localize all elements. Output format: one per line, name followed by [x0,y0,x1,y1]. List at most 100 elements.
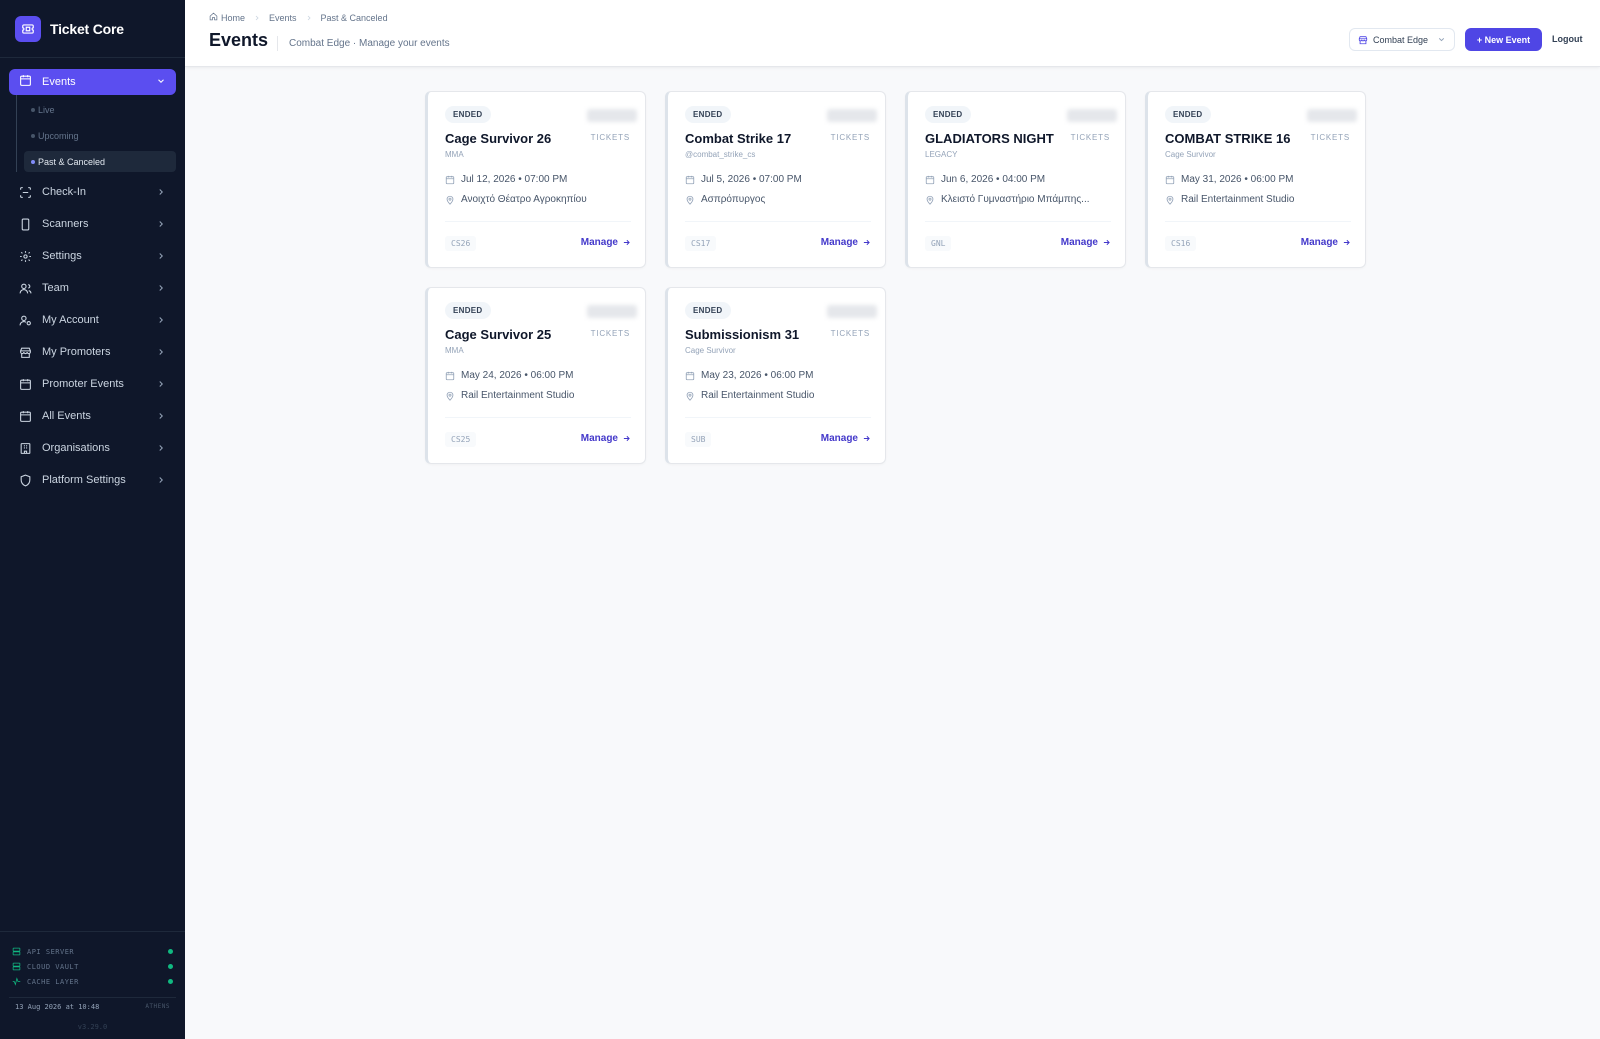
subnav-item-upcoming[interactable]: Upcoming [24,125,176,146]
manage-label: Manage [820,237,858,248]
event-card[interactable]: ENDED TICKETS Cage Survivor 25 MMA May 2… [425,287,646,464]
sidebar: Ticket Core Events Live Upcoming Past & … [0,0,185,1039]
event-venue-text: Ανοιχτό Θέατρο Αγροκηπίου [461,194,587,205]
subnav-item-live[interactable]: Live [24,99,176,120]
event-venue-text: Ασπρόπυργος [701,194,766,205]
gear-icon [19,250,32,263]
event-date: Jul 5, 2026 • 07:00 PM [685,174,802,185]
nav-item-label: Scanners [42,218,89,230]
nav-item-scanners[interactable]: Scanners [9,212,176,236]
event-date: May 24, 2026 • 06:00 PM [445,370,573,381]
organisation-selector[interactable]: Combat Edge [1349,28,1455,51]
nav-item-settings[interactable]: Settings [9,244,176,268]
users-icon [19,282,32,295]
status-cloud-vault: CLOUD VAULT [0,959,185,974]
status-label: CLOUD VAULT [27,962,79,971]
status-badge: ENDED [685,302,731,319]
arrow-right-icon [622,238,631,247]
card-divider [445,417,631,418]
nav-item-my-promoters[interactable]: My Promoters [9,340,176,364]
events-subnav: Live Upcoming Past & Canceled [16,95,176,172]
chevron-right-icon [305,14,313,22]
nav-item-check-in[interactable]: Check-In [9,180,176,204]
chevron-right-icon [156,379,166,389]
breadcrumb-events[interactable]: Events [269,13,297,23]
nav-item-label: My Account [42,314,99,326]
nav-item-platform-settings[interactable]: Platform Settings [9,468,176,492]
event-subtitle: Cage Survivor [1165,150,1216,159]
brand[interactable]: Ticket Core [0,0,185,58]
manage-link[interactable]: Manage [1301,237,1351,248]
status-dot [168,964,173,969]
manage-link[interactable]: Manage [581,433,631,444]
chevron-down-icon [156,76,166,89]
event-card[interactable]: ENDED TICKETS COMBAT STRIKE 16 Cage Surv… [1145,91,1366,268]
chevron-right-icon [156,219,166,229]
status-badge: ENDED [445,302,491,319]
event-venue-text: Rail Entertainment Studio [701,390,815,401]
nav-item-organisations[interactable]: Organisations [9,436,176,460]
breadcrumb-home[interactable]: Home [209,12,245,23]
nav-item-label: Organisations [42,442,110,454]
page-title: Events [209,30,269,50]
event-card[interactable]: ENDED TICKETS GLADIATORS NIGHT LEGACY Ju… [905,91,1126,268]
event-code: CS26 [445,236,477,251]
calendar-icon [19,410,32,423]
event-subtitle: Cage Survivor [685,346,736,355]
tickets-label: TICKETS [830,133,870,142]
server-icon [12,947,21,956]
event-title: Cage Survivor 26 [445,131,552,146]
event-code: CS16 [1165,236,1197,251]
nav-item-events[interactable]: Events [9,69,176,95]
event-venue: Ασπρόπυργος [685,194,765,205]
arrow-right-icon [622,434,631,443]
new-event-button[interactable]: + New Event [1465,28,1542,51]
event-date: Jun 6, 2026 • 04:00 PM [925,174,1045,185]
event-subtitle: MMA [445,150,464,159]
home-icon [209,12,221,23]
arrow-right-icon [1102,238,1111,247]
status-cache-layer: CACHE LAYER [0,974,185,989]
event-venue-text: Rail Entertainment Studio [461,390,575,401]
nav-item-my-account[interactable]: My Account [9,308,176,332]
building-icon [19,442,32,455]
tickets-label: TICKETS [1310,133,1350,142]
logout-button[interactable]: Logout [1552,34,1583,44]
event-card[interactable]: ENDED TICKETS Submissionism 31 Cage Surv… [665,287,886,464]
nav-item-promoter-events[interactable]: Promoter Events [9,372,176,396]
nav-item-label: Events [42,76,76,88]
event-card[interactable]: ENDED TICKETS Combat Strike 17 @combat_s… [665,91,886,268]
manage-label: Manage [580,433,618,444]
card-divider [685,417,871,418]
event-title: Cage Survivor 25 [445,327,552,342]
ticket-count-blurred [827,305,877,318]
nav-item-all-events[interactable]: All Events [9,404,176,428]
device-icon [19,218,32,231]
app-version: v3.29.0 [77,1023,108,1031]
manage-label: Manage [1060,237,1098,248]
organisation-selector-value: Combat Edge [1373,34,1429,45]
clock-datetime: 13 Aug 2026 at 10:48 [15,1002,100,1011]
nav-item-label: Check-In [42,186,87,198]
manage-link[interactable]: Manage [821,237,871,248]
store-icon [19,346,32,359]
event-title: COMBAT STRIKE 16 [1165,131,1291,146]
nav-item-label: Team [42,282,69,294]
nav-item-team[interactable]: Team [9,276,176,300]
map-pin-icon [685,195,695,205]
status-badge: ENDED [445,106,491,123]
clock: 13 Aug 2026 at 10:48 ATHENS [9,997,176,1015]
event-card[interactable]: ENDED TICKETS Cage Survivor 26 MMA Jul 1… [425,91,646,268]
subnav-item-past-canceled[interactable]: Past & Canceled [24,151,176,172]
event-venue: Κλειστό Γυμναστήριο Μπάμπης... [925,194,1090,205]
event-date-text: Jul 12, 2026 • 07:00 PM [461,174,568,185]
event-date-text: May 31, 2026 • 06:00 PM [1181,174,1294,185]
page-subtitle: Combat Edge · Manage your events [289,38,450,49]
manage-link[interactable]: Manage [581,237,631,248]
event-code: GNL [925,236,952,251]
manage-link[interactable]: Manage [821,433,871,444]
calendar-icon [445,175,455,185]
ticket-count-blurred [1067,109,1117,122]
manage-link[interactable]: Manage [1061,237,1111,248]
ticket-count-blurred [587,305,637,318]
